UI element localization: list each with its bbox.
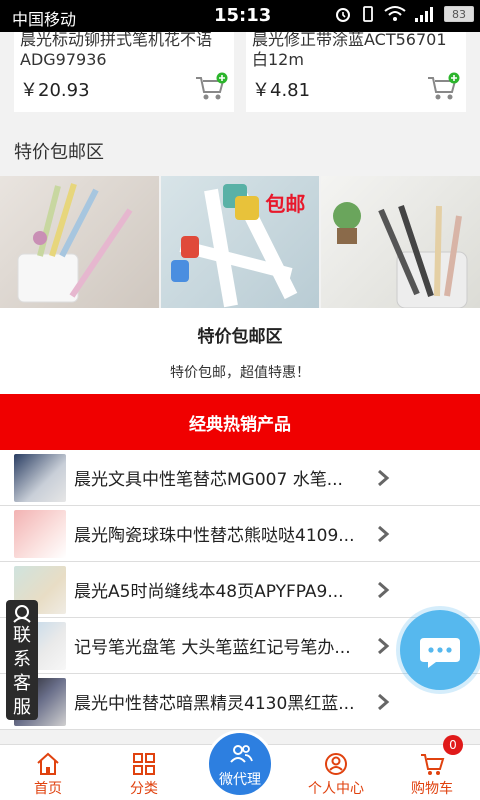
banner-image[interactable]: 包邮: [160, 176, 320, 308]
product-title: 晨光文具中性笔替芯MG007 水笔...: [74, 470, 343, 490]
contact-char: 服: [13, 697, 31, 718]
product-price: ￥4.81: [252, 80, 311, 101]
cart-icon: [421, 754, 445, 775]
chevron-right-icon: [378, 693, 390, 711]
chat-bubble-icon: [420, 638, 460, 668]
free-shipping-badge: 包邮: [265, 192, 306, 216]
nav-profile-label: 个人中心: [308, 781, 364, 797]
pens-in-cup-image: [17, 183, 133, 303]
contact-char: 系: [13, 649, 31, 670]
chat-button[interactable]: [400, 610, 480, 690]
grid-icon: [133, 753, 155, 775]
home-icon: [37, 752, 59, 775]
nav-category-label: 分类: [130, 781, 158, 797]
chevron-right-icon: [378, 469, 390, 487]
list-item[interactable]: 晨光文具中性笔替芯MG007 水笔...: [0, 450, 480, 506]
nav-category[interactable]: 分类: [96, 745, 192, 800]
product-title: 晨光中性替芯暗黑精灵4130黑红蓝...: [74, 694, 355, 714]
battery-indicator: 83: [444, 6, 474, 22]
nav-profile[interactable]: 个人中心: [288, 745, 384, 800]
contact-char: 客: [13, 673, 31, 694]
status-bar: 中国移动 15:13 83: [0, 0, 480, 32]
alarm-icon: [336, 8, 350, 22]
chevron-right-icon: [378, 581, 390, 599]
micro-agent-label: 微代理: [219, 772, 261, 788]
list-item[interactable]: 晨光陶瓷球珠中性替芯熊哒哒4109...: [0, 506, 480, 562]
product-thumbnail: [14, 454, 66, 502]
chevron-right-icon: [378, 525, 390, 543]
micro-agent-button[interactable]: 微代理: [206, 730, 274, 798]
product-name: 晨光修正带涂蓝ACT56701白12m: [252, 30, 447, 69]
user-icon: [325, 753, 347, 775]
product-thumbnail: [14, 510, 66, 558]
wifi-icon: [384, 6, 406, 21]
section-title: 特价包邮区: [14, 142, 104, 163]
chevron-right-icon: [378, 637, 390, 655]
hot-products-header: 经典热销产品: [0, 394, 480, 450]
vibrate-icon: [363, 6, 373, 22]
pens-in-jar-image: [333, 202, 468, 308]
promo-subtitle: 特价包邮，超值特惠！: [170, 365, 310, 381]
product-card[interactable]: 晨光修正带涂蓝ACT56701白12m ￥4.81: [246, 30, 466, 112]
banner-image[interactable]: [321, 176, 480, 308]
product-title: 晨光A5时尚缝线本48页APYFPA9...: [74, 582, 344, 602]
promo-card[interactable]: 特价包邮区 特价包邮，超值特惠！: [0, 308, 480, 394]
promo-banner[interactable]: 包邮: [0, 176, 480, 308]
clock: 15:13: [214, 5, 272, 26]
promo-title: 特价包邮区: [197, 327, 283, 347]
nav-home[interactable]: 首页: [0, 745, 96, 800]
contact-support-button[interactable]: 联 系 客 服: [6, 600, 38, 720]
add-to-cart-icon[interactable]: [426, 72, 460, 102]
headset-icon: [13, 605, 31, 623]
product-price: ￥20.93: [20, 80, 90, 101]
product-card[interactable]: 晨光标动铆拼式笔机花不语ADG97936 ￥20.93: [14, 30, 234, 112]
add-to-cart-icon[interactable]: [194, 72, 228, 102]
cart-count-badge: 0: [443, 735, 463, 755]
recommended-cards: 晨光标动铆拼式笔机花不语ADG97936 ￥20.93 晨光修正带涂蓝ACT56…: [0, 30, 480, 112]
product-title: 记号笔光盘笔 大头笔蓝红记号笔办...: [74, 638, 351, 658]
nav-cart[interactable]: 购物车: [384, 745, 480, 800]
users-icon: [230, 745, 253, 763]
nav-home-label: 首页: [34, 781, 62, 797]
banner-image[interactable]: [0, 176, 159, 308]
signal-icon: [415, 7, 433, 22]
product-title: 晨光陶瓷球珠中性替芯熊哒哒4109...: [74, 526, 355, 546]
nav-cart-label: 购物车: [411, 781, 453, 797]
status-icons: 83: [334, 5, 474, 23]
contact-char: 联: [13, 625, 31, 646]
product-name: 晨光标动铆拼式笔机花不语ADG97936: [20, 30, 213, 69]
carrier-name: 中国移动: [12, 10, 77, 29]
